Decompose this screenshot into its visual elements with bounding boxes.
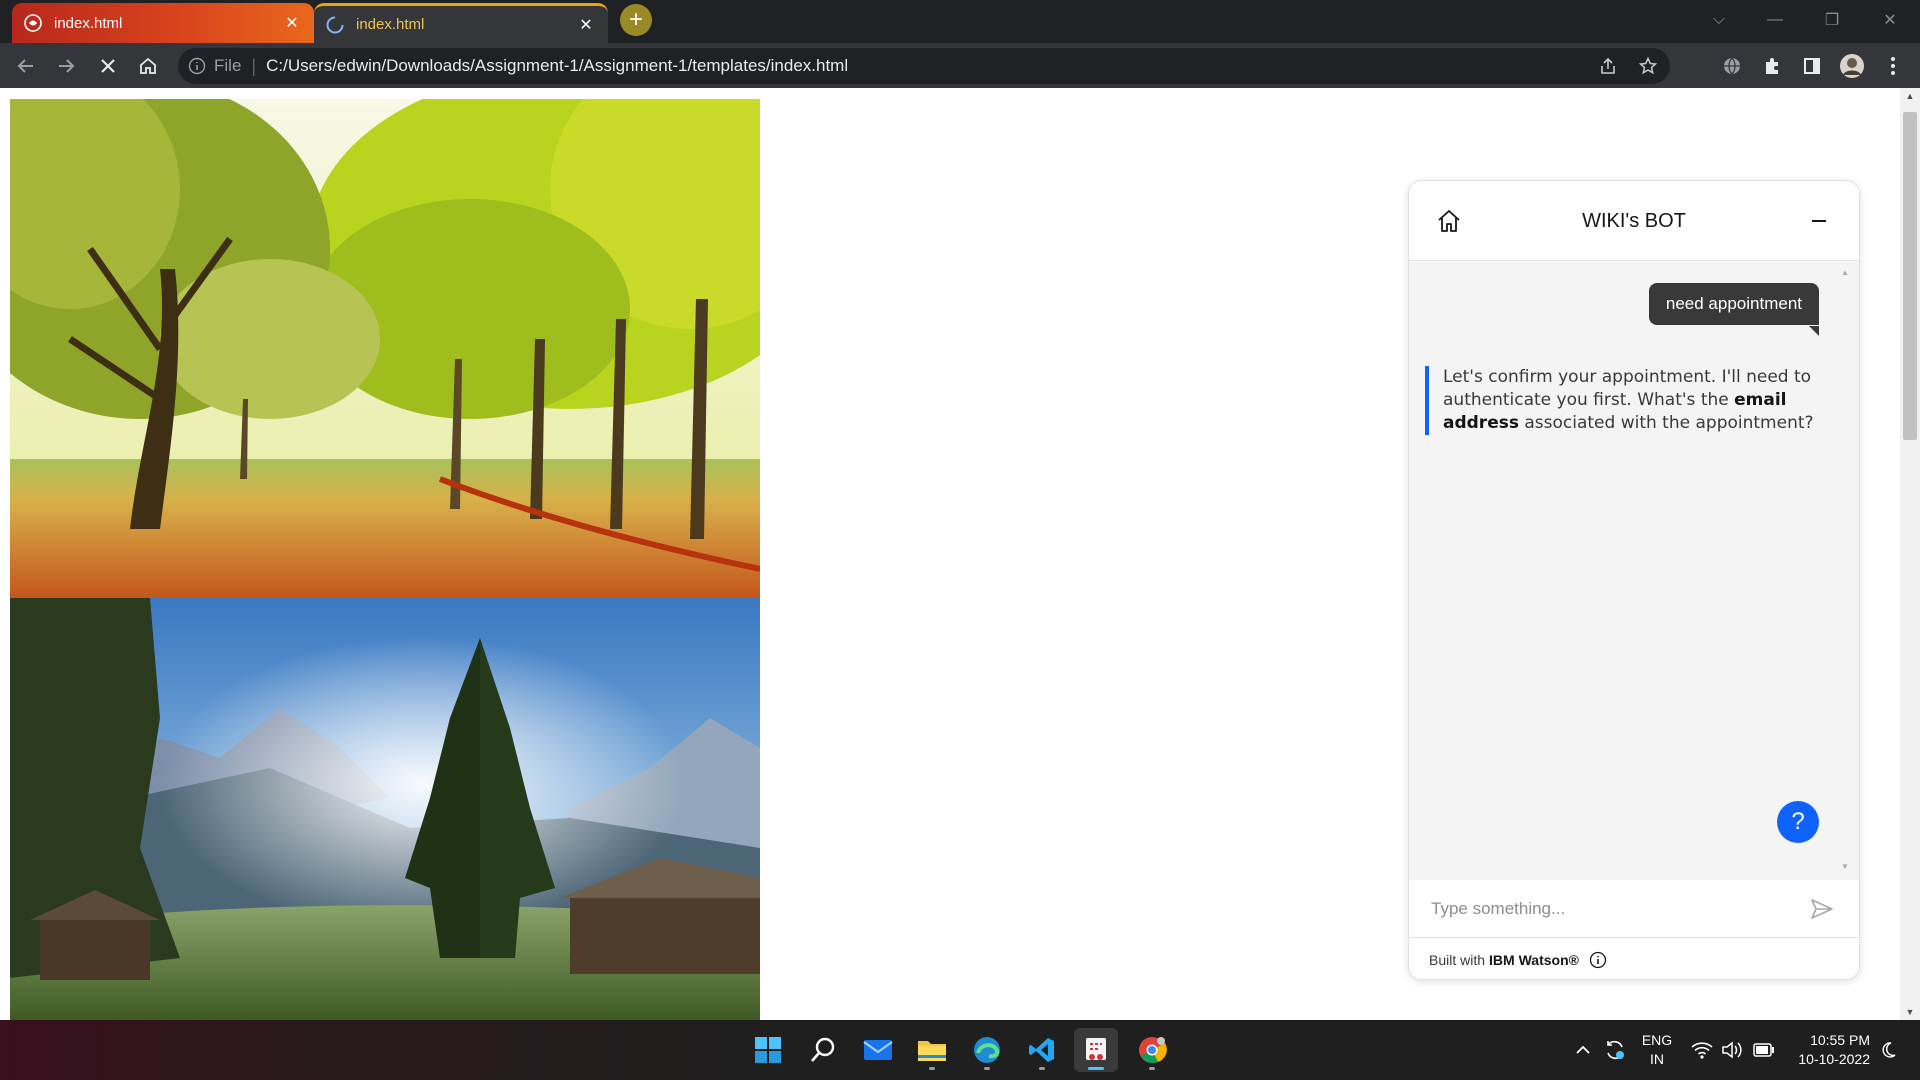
scroll-down-arrow-icon[interactable]: ▼ [1900, 1004, 1920, 1020]
new-tab-button[interactable]: + [620, 4, 652, 36]
snipping-tool-icon[interactable] [1074, 1028, 1118, 1072]
info-icon[interactable] [1589, 951, 1607, 969]
forward-arrow-icon[interactable] [50, 50, 82, 82]
search-icon[interactable] [801, 1028, 845, 1072]
send-icon[interactable] [1807, 894, 1837, 924]
side-panel-icon[interactable] [1796, 50, 1828, 82]
clock-time: 10:55 PM [1810, 1032, 1870, 1048]
home-icon[interactable] [132, 50, 164, 82]
scrollbar-thumb[interactable] [1903, 112, 1917, 440]
mountain-meadow-photo [10, 598, 760, 1020]
chat-scroll-down-icon[interactable]: ▼ [1841, 862, 1851, 872]
chat-message-input[interactable] [1431, 892, 1791, 926]
show-hidden-icons-chevron-icon[interactable] [1571, 1038, 1595, 1062]
browser-tab-active[interactable]: index.html ✕ [314, 3, 608, 43]
close-tab-icon[interactable]: ✕ [282, 13, 302, 33]
bookmark-star-icon[interactable] [1632, 50, 1664, 82]
help-button[interactable]: ? [1777, 801, 1819, 843]
chat-message-area[interactable]: ▲ need appointment Let's confirm your ap… [1409, 262, 1859, 880]
running-indicator [1149, 1067, 1155, 1070]
url-text[interactable]: C:/Users/edwin/Downloads/Assignment-1/As… [266, 56, 848, 76]
focus-moon-icon[interactable] [1876, 1038, 1900, 1062]
chat-input-row [1409, 880, 1859, 938]
profile-avatar[interactable] [1836, 50, 1868, 82]
vscode-icon[interactable] [1020, 1028, 1064, 1072]
tab-search-chevron-icon[interactable]: ⌵ [1702, 6, 1736, 34]
autumn-park-photo [10, 99, 760, 598]
battery-icon[interactable] [1752, 1038, 1776, 1062]
chat-scroll-up-icon[interactable]: ▲ [1841, 268, 1851, 278]
globe-icon [24, 14, 42, 32]
running-indicator [929, 1067, 935, 1070]
back-arrow-icon[interactable] [10, 50, 42, 82]
chrome-icon[interactable] [1130, 1028, 1174, 1072]
vpn-globe-icon[interactable] [1716, 50, 1748, 82]
page-viewport: ▲ ▼ WIKI's BOT ▲ need appointment Let's … [0, 88, 1920, 1020]
minimize-chat-icon[interactable] [1803, 205, 1835, 237]
bot-message: Let's confirm your appointment. I'll nee… [1425, 366, 1825, 435]
user-message-bubble: need appointment [1648, 283, 1819, 325]
windows-taskbar: ENG IN 10:55 PM 10-10-2022 [0, 1020, 1920, 1080]
tab-title: index.html [356, 16, 425, 33]
extensions-puzzle-icon[interactable] [1756, 50, 1788, 82]
page-scrollbar[interactable]: ▲ ▼ [1900, 88, 1920, 1020]
share-icon[interactable] [1592, 50, 1624, 82]
mail-icon[interactable] [856, 1028, 900, 1072]
clock-date: 10-10-2022 [1798, 1051, 1870, 1067]
minimize-window-icon[interactable]: — [1758, 6, 1792, 34]
browser-toolbar: File | C:/Users/edwin/Downloads/Assignme… [0, 43, 1920, 88]
home-icon[interactable] [1433, 205, 1465, 237]
user-message-tail [1809, 326, 1819, 336]
browser-menu-icon[interactable] [1877, 50, 1909, 82]
windows-start-icon[interactable] [746, 1028, 790, 1072]
restore-window-icon[interactable]: ❐ [1815, 6, 1849, 34]
browser-tab-inactive[interactable]: index.html ✕ [12, 3, 314, 43]
system-clock[interactable]: 10:55 PM 10-10-2022 [1790, 1031, 1870, 1069]
stop-loading-icon[interactable] [92, 50, 124, 82]
site-info-icon[interactable] [188, 57, 206, 75]
url-separator: | [251, 55, 257, 76]
chat-footer: Built with IBM Watson® [1409, 938, 1859, 979]
volume-icon[interactable] [1720, 1038, 1744, 1062]
running-indicator [984, 1067, 990, 1070]
chat-header: WIKI's BOT [1409, 181, 1859, 261]
input-language-indicator[interactable]: ENG IN [1640, 1031, 1674, 1069]
file-explorer-icon[interactable] [910, 1028, 954, 1072]
running-indicator [1088, 1067, 1104, 1070]
sync-icon[interactable] [1603, 1038, 1627, 1062]
browser-tab-strip: index.html ✕ index.html ✕ + ⌵ — ❐ ✕ [0, 0, 1920, 43]
footer-prefix: Built with [1429, 951, 1486, 968]
url-scheme-label: File [214, 56, 242, 75]
wifi-icon[interactable] [1690, 1038, 1714, 1062]
address-bar[interactable]: File | C:/Users/edwin/Downloads/Assignme… [178, 48, 1670, 84]
loading-spinner-icon [326, 16, 344, 34]
region-code: IN [1650, 1051, 1664, 1067]
running-indicator [1039, 1067, 1045, 1070]
footer-brand: IBM Watson® [1489, 951, 1579, 968]
language-code: ENG [1641, 1032, 1673, 1048]
close-window-icon[interactable]: ✕ [1873, 6, 1907, 34]
close-tab-icon[interactable]: ✕ [576, 15, 596, 35]
tab-title: index.html [54, 14, 123, 32]
chatbot-widget: WIKI's BOT ▲ need appointment Let's conf… [1408, 180, 1860, 980]
edge-browser-icon[interactable] [965, 1028, 1009, 1072]
bot-message-text: associated with the appointment? [1518, 413, 1814, 433]
scroll-up-arrow-icon[interactable]: ▲ [1900, 88, 1920, 104]
chat-title: WIKI's BOT [1582, 210, 1686, 232]
